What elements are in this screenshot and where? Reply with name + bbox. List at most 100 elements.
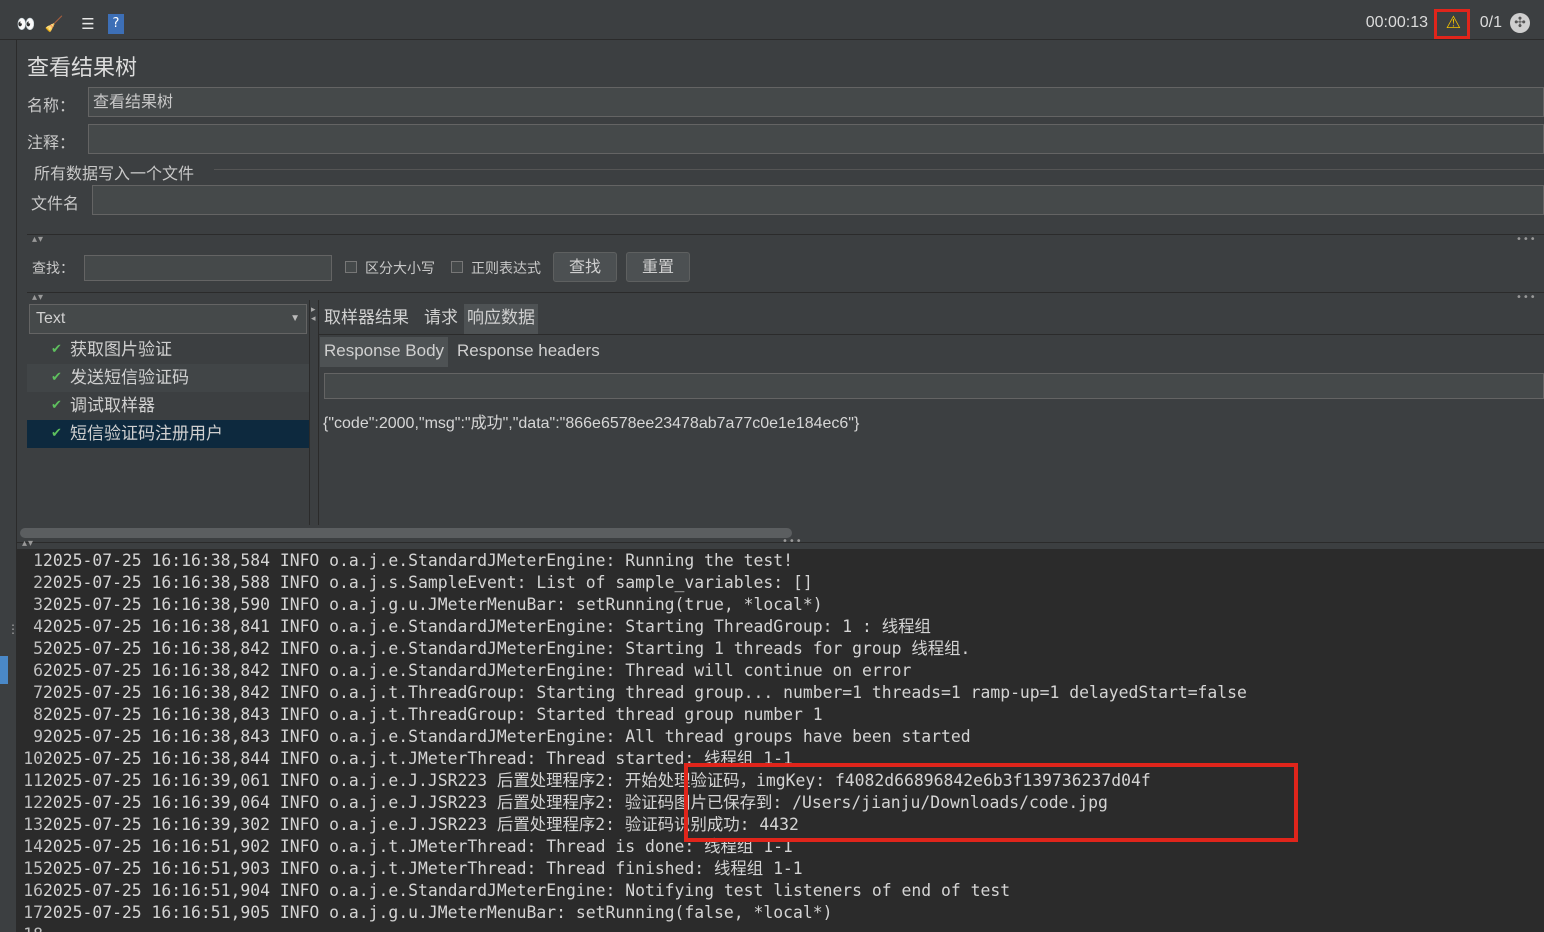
log-line-number: 3 — [33, 595, 43, 614]
log-line: 42025-07-25 16:16:38,841 INFO o.a.j.e.St… — [17, 616, 931, 638]
case-sensitive-checkbox[interactable] — [345, 261, 357, 273]
tab-sampler-result[interactable]: 取样器结果 — [321, 304, 412, 334]
toolbar: 👀 🧹 ☰ ? 00:00:13 ⚠ 0/1 ✣ — [0, 6, 1544, 40]
success-shield-icon: ✔ — [51, 398, 62, 413]
chevron-down-icon: ▼ — [290, 313, 300, 324]
log-line-number: 17 — [23, 903, 43, 922]
splitter-dots-icon[interactable]: ••• — [1516, 234, 1537, 245]
log-line-number: 12 — [23, 793, 43, 812]
response-search-field[interactable] — [324, 373, 1544, 399]
log-line-number: 7 — [33, 683, 43, 702]
splitter-dots-icon[interactable]: ••• — [782, 536, 803, 547]
log-line: 102025-07-25 16:16:38,844 INFO o.a.j.t.J… — [17, 748, 793, 770]
splitter-line — [27, 292, 1544, 293]
log-line-text: 2025-07-25 16:16:51,905 INFO o.a.j.g.u.J… — [43, 903, 833, 922]
tab-response-data[interactable]: 响应数据 — [464, 304, 538, 334]
log-line-text: 2025-07-25 16:16:38,590 INFO o.a.j.g.u.J… — [43, 595, 823, 614]
log-line: 82025-07-25 16:16:38,843 INFO o.a.j.t.Th… — [17, 704, 823, 726]
collapse-arrows-icon[interactable]: ▴▾ — [32, 234, 44, 245]
tab-request[interactable]: 请求 — [421, 304, 461, 334]
log-lines: 12025-07-25 16:16:38,584 INFO o.a.j.e.St… — [17, 550, 1544, 932]
comment-label: 注释： — [27, 133, 76, 152]
tree-item[interactable]: ✔ 发送短信验证码 — [27, 364, 309, 392]
log-line: 62025-07-25 16:16:38,842 INFO o.a.j.e.St… — [17, 660, 911, 682]
list-icon[interactable]: ☰ — [78, 14, 98, 34]
tree-item-label: 调试取样器 — [70, 396, 155, 416]
success-shield-icon: ✔ — [51, 426, 62, 441]
collapse-arrows-icon[interactable]: ▴▾ — [22, 538, 34, 549]
log-line: 52025-07-25 16:16:38,842 INFO o.a.j.e.St… — [17, 638, 970, 660]
log-line: 92025-07-25 16:16:38,843 INFO o.a.j.e.St… — [17, 726, 971, 748]
tree-item-label: 发送短信验证码 — [70, 368, 189, 388]
splitter-line — [17, 542, 1544, 543]
collapse-arrows-icon[interactable]: ▴▾ — [32, 292, 44, 303]
log-line-text: 2025-07-25 16:16:51,904 INFO o.a.j.e.Sta… — [43, 881, 1011, 900]
log-line-number: 18 — [17, 924, 43, 932]
log-line-number: 11 — [23, 771, 43, 790]
renderer-select-value: Text — [36, 310, 66, 327]
reset-button[interactable]: 重置 — [626, 252, 690, 282]
binoculars-icon[interactable]: 👀 — [16, 14, 36, 34]
log-line-text: 2025-07-25 16:16:38,842 INFO o.a.j.t.Thr… — [43, 683, 1247, 702]
splitter-line — [27, 234, 1544, 235]
tree-item-label: 短信验证码注册用户 — [70, 424, 223, 444]
help-icon[interactable]: ? — [108, 14, 124, 34]
log-line-text: 2025-07-25 16:16:51,902 INFO o.a.j.t.JMe… — [43, 837, 793, 856]
subtab-response-headers[interactable]: Response headers — [453, 337, 604, 367]
file-section-line — [214, 169, 1544, 170]
tree-item[interactable]: ✔ 获取图片验证 — [27, 336, 309, 364]
regex-checkbox[interactable] — [451, 261, 463, 273]
log-line: 142025-07-25 16:16:51,902 INFO o.a.j.t.J… — [17, 836, 793, 858]
log-line-number: 8 — [33, 705, 43, 724]
left-side-strip — [0, 40, 17, 932]
success-shield-icon: ✔ — [51, 342, 62, 357]
pane-collapse-icon[interactable]: ▸ ◂ — [311, 306, 316, 324]
log-line-number: 16 — [23, 881, 43, 900]
broom-icon[interactable]: 🧹 — [44, 14, 64, 34]
renderer-select[interactable]: Text ▼ — [29, 304, 307, 334]
log-line: 172025-07-25 16:16:51,905 INFO o.a.j.g.u… — [17, 902, 832, 924]
log-line: 152025-07-25 16:16:51,903 INFO o.a.j.t.J… — [17, 858, 803, 880]
log-line: 18 — [17, 924, 43, 932]
subtab-response-body[interactable]: Response Body — [320, 337, 449, 367]
log-line-text: 2025-07-25 16:16:38,843 INFO o.a.j.e.Sta… — [43, 727, 971, 746]
search-input[interactable] — [84, 255, 332, 281]
splitter-dots-icon[interactable]: ••• — [1516, 292, 1537, 303]
horizontal-scrollbar[interactable] — [20, 528, 792, 538]
find-button[interactable]: 查找 — [553, 252, 617, 282]
log-line-number: 13 — [23, 815, 43, 834]
log-line-text: 2025-07-25 16:16:38,843 INFO o.a.j.t.Thr… — [43, 705, 823, 724]
log-line-number: 6 — [33, 661, 43, 680]
log-line-number: 9 — [33, 727, 43, 746]
file-section-label: 所有数据写入一个文件 — [34, 164, 195, 183]
log-line-number: 5 — [33, 639, 43, 658]
tab-underline — [319, 334, 1544, 335]
regex-label: 正则表达式 — [471, 261, 541, 277]
log-line-text: 2025-07-25 16:16:51,903 INFO o.a.j.t.JMe… — [43, 859, 803, 878]
pane-divider — [309, 300, 310, 525]
name-field[interactable]: 查看结果树 — [88, 87, 1544, 117]
left-accent-bar — [0, 656, 8, 684]
tree-item-label: 获取图片验证 — [70, 340, 172, 360]
warning-highlight-box — [1434, 9, 1470, 39]
success-shield-icon: ✔ — [51, 370, 62, 385]
filename-field[interactable] — [92, 185, 1544, 215]
log-line-number: 15 — [23, 859, 43, 878]
log-line-text: 2025-07-25 16:16:38,841 INFO o.a.j.e.Sta… — [43, 617, 931, 636]
log-line-number: 1 — [33, 551, 43, 570]
tree-item[interactable]: ✔ 调试取样器 — [27, 392, 309, 420]
log-line-text: 2025-07-25 16:16:38,842 INFO o.a.j.e.Sta… — [43, 661, 912, 680]
log-line-number: 2 — [33, 573, 43, 592]
log-line-number: 10 — [23, 749, 43, 768]
log-line-number: 14 — [23, 837, 43, 856]
comment-field[interactable] — [88, 124, 1544, 154]
log-line-text: 2025-07-25 16:16:38,584 INFO o.a.j.e.Sta… — [43, 551, 793, 570]
log-line-text: 2025-07-25 16:16:38,844 INFO o.a.j.t.JMe… — [43, 749, 793, 768]
page-title: 查看结果树 — [27, 56, 138, 81]
tree-item-selected[interactable]: ✔ 短信验证码注册用户 — [27, 420, 309, 448]
globe-icon[interactable]: ✣ — [1510, 13, 1530, 33]
log-line: 12025-07-25 16:16:38,584 INFO o.a.j.e.St… — [17, 550, 793, 572]
case-sensitive-label: 区分大小写 — [365, 261, 435, 277]
highlight-box — [684, 763, 1298, 842]
search-label: 查找： — [32, 261, 74, 277]
